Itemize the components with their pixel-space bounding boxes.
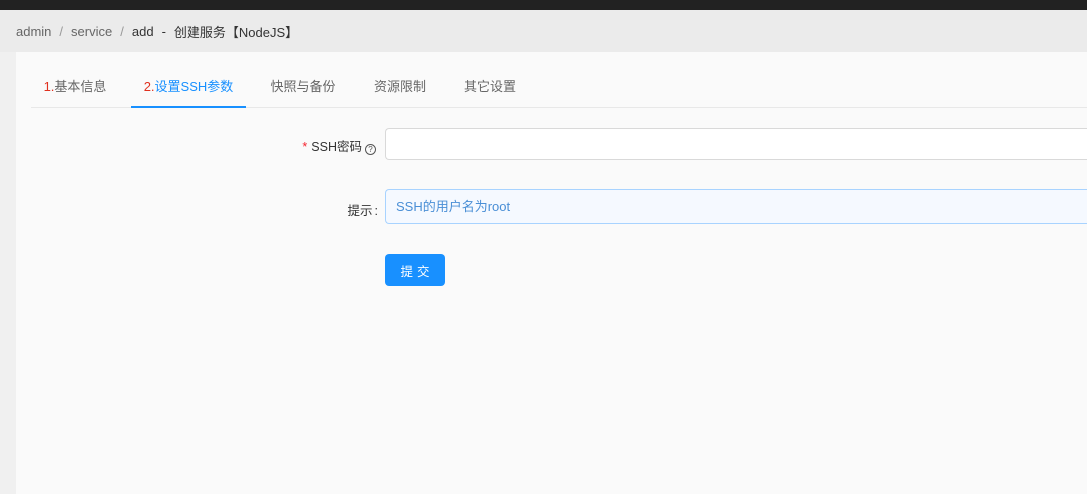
tab-label: 设置SSH参数 (154, 79, 234, 94)
hint-label: 提示: (347, 204, 379, 218)
tab-label: 其它设置 (463, 79, 516, 94)
step-tabs: 1.基本信息 2.设置SSH参数 快照与备份 资源限制 其它设置 (31, 68, 1087, 108)
page-title: 创建服务【NodeJS】 (173, 24, 299, 40)
ssh-password-label: * SSH密码? (216, 136, 376, 155)
hint-text: SSH的用户名为root (396, 199, 511, 214)
ssh-password-input[interactable] (385, 128, 1087, 160)
hint-box: SSH的用户名为root (385, 189, 1087, 224)
window-top-bar (0, 0, 1087, 10)
breadcrumb-service[interactable]: service (71, 24, 112, 39)
question-circle-icon[interactable]: ? (365, 144, 376, 155)
breadcrumb-admin[interactable]: admin (16, 24, 51, 39)
form-card: 1.基本信息 2.设置SSH参数 快照与备份 资源限制 其它设置 * SSH密码?… (16, 52, 1087, 494)
tab-basic-info[interactable]: 1.基本信息 (31, 68, 119, 108)
tab-other-settings[interactable]: 其它设置 (451, 68, 529, 108)
tab-number: 1. (43, 79, 55, 94)
breadcrumb: admin / service / add - 创建服务【NodeJS】 (0, 10, 1087, 52)
tab-resource-limits[interactable]: 资源限制 (361, 68, 439, 108)
required-mark: * (302, 140, 308, 154)
tab-label: 资源限制 (373, 79, 426, 94)
breadcrumb-separator: / (59, 23, 64, 39)
tab-ssh-settings[interactable]: 2.设置SSH参数 (131, 68, 246, 108)
tab-label: 快照与备份 (270, 79, 336, 94)
submit-button[interactable]: 提交 (385, 254, 445, 286)
breadcrumb-title-separator: - (161, 23, 166, 39)
breadcrumb-separator: / (120, 23, 124, 39)
tab-number: 2. (143, 79, 155, 94)
breadcrumb-add: add (131, 23, 154, 39)
tab-label: 基本信息 (54, 79, 107, 94)
tab-snapshot-backup[interactable]: 快照与备份 (259, 68, 347, 108)
